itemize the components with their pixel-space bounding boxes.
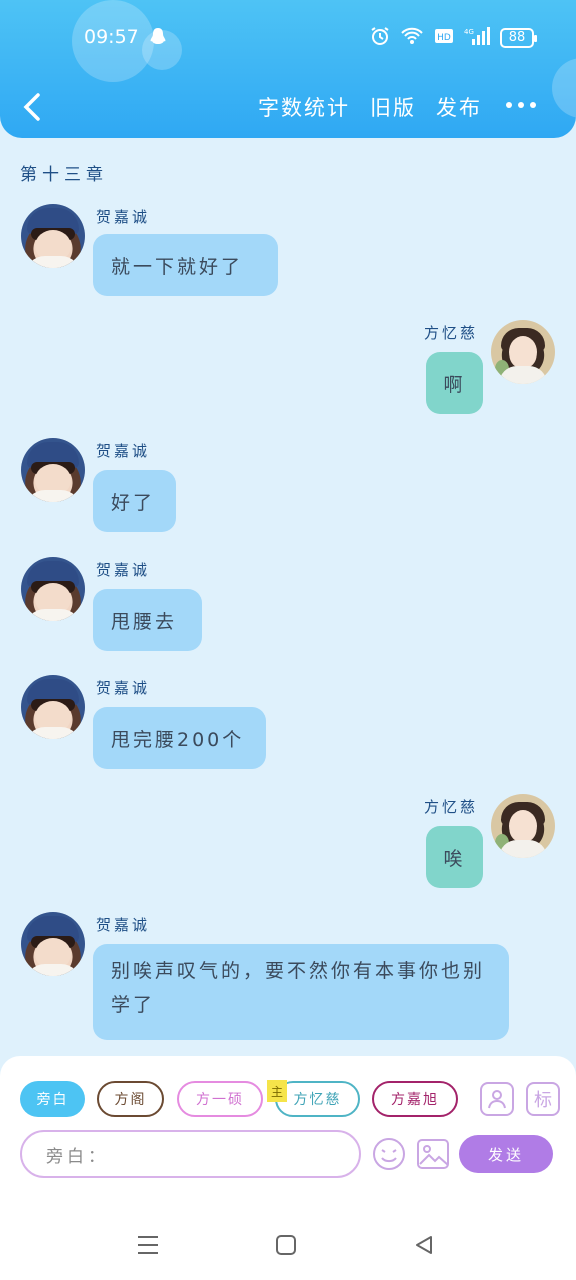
send-button[interactable]: 发送 <box>459 1135 553 1173</box>
avatar[interactable] <box>21 557 85 621</box>
chapter-title: 第十三章 <box>20 165 108 185</box>
message-bubble[interactable]: 啊 <box>426 352 483 414</box>
role-chip[interactable]: 方忆慈 <box>275 1081 360 1117</box>
status-icons: HD 4G 88 <box>370 26 537 50</box>
main-role-badge: 主 <box>267 1080 287 1102</box>
chevron-left-icon <box>23 93 40 121</box>
sender-name: 贺嘉诚 <box>96 561 151 579</box>
add-role-button[interactable] <box>480 1082 514 1116</box>
role-chip[interactable]: 方一硕 <box>177 1081 263 1117</box>
message-bubble[interactable]: 就一下就好了 <box>93 234 278 296</box>
back-button[interactable] <box>18 90 46 124</box>
message-bubble[interactable]: 甩腰去 <box>93 589 202 651</box>
header-actions: 字数统计 旧版 发布 <box>258 92 482 122</box>
message-bubble[interactable]: 唉 <box>426 826 483 888</box>
sender-name: 方忆慈 <box>424 324 479 342</box>
alarm-icon <box>370 26 390 50</box>
home-icon[interactable] <box>272 1232 300 1258</box>
avatar[interactable] <box>491 794 555 858</box>
role-chip-narration[interactable]: 旁白 <box>20 1081 85 1117</box>
person-icon <box>488 1090 506 1109</box>
avatar[interactable] <box>21 438 85 502</box>
avatar[interactable] <box>491 320 555 384</box>
svg-text:4G: 4G <box>464 28 474 36</box>
role-chip[interactable]: 方嘉旭 <box>372 1081 458 1117</box>
emoji-icon[interactable] <box>372 1137 406 1171</box>
svg-text:HD: HD <box>437 33 451 43</box>
message-bubble[interactable]: 甩完腰200个 <box>93 707 266 769</box>
avatar[interactable] <box>21 675 85 739</box>
decor-bubble <box>552 58 576 118</box>
sender-name: 贺嘉诚 <box>96 679 151 697</box>
more-dots-icon[interactable] <box>506 102 536 108</box>
sender-name: 方忆慈 <box>424 798 479 816</box>
signal-4g-icon: 4G <box>464 27 490 49</box>
sender-name: 贺嘉诚 <box>96 208 151 226</box>
label-button[interactable]: 标 <box>526 1082 560 1116</box>
app-header: 09:57 HD 4G 88 字数统计 旧版 发布 <box>0 0 576 138</box>
wifi-icon <box>400 27 424 49</box>
battery-icon: 88 <box>500 28 537 48</box>
role-chip[interactable]: 方阁 <box>97 1081 164 1117</box>
qq-icon <box>149 27 167 52</box>
image-icon[interactable] <box>416 1137 450 1171</box>
word-count-button[interactable]: 字数统计 <box>258 92 350 122</box>
publish-button[interactable]: 发布 <box>436 92 482 122</box>
sender-name: 贺嘉诚 <box>96 442 151 460</box>
message-bubble[interactable]: 别唉声叹气的，要不然你有本事你也别学了 <box>93 944 509 1040</box>
hd-icon: HD <box>434 28 454 48</box>
avatar[interactable] <box>21 204 85 268</box>
sender-name: 贺嘉诚 <box>96 916 151 934</box>
message-input[interactable]: 旁白： <box>20 1130 361 1178</box>
status-time: 09:57 <box>84 26 139 48</box>
message-bubble[interactable]: 好了 <box>93 470 176 532</box>
menu-icon[interactable] <box>134 1232 162 1258</box>
avatar[interactable] <box>21 912 85 976</box>
back-nav-icon[interactable] <box>410 1232 438 1258</box>
old-version-button[interactable]: 旧版 <box>370 92 416 122</box>
